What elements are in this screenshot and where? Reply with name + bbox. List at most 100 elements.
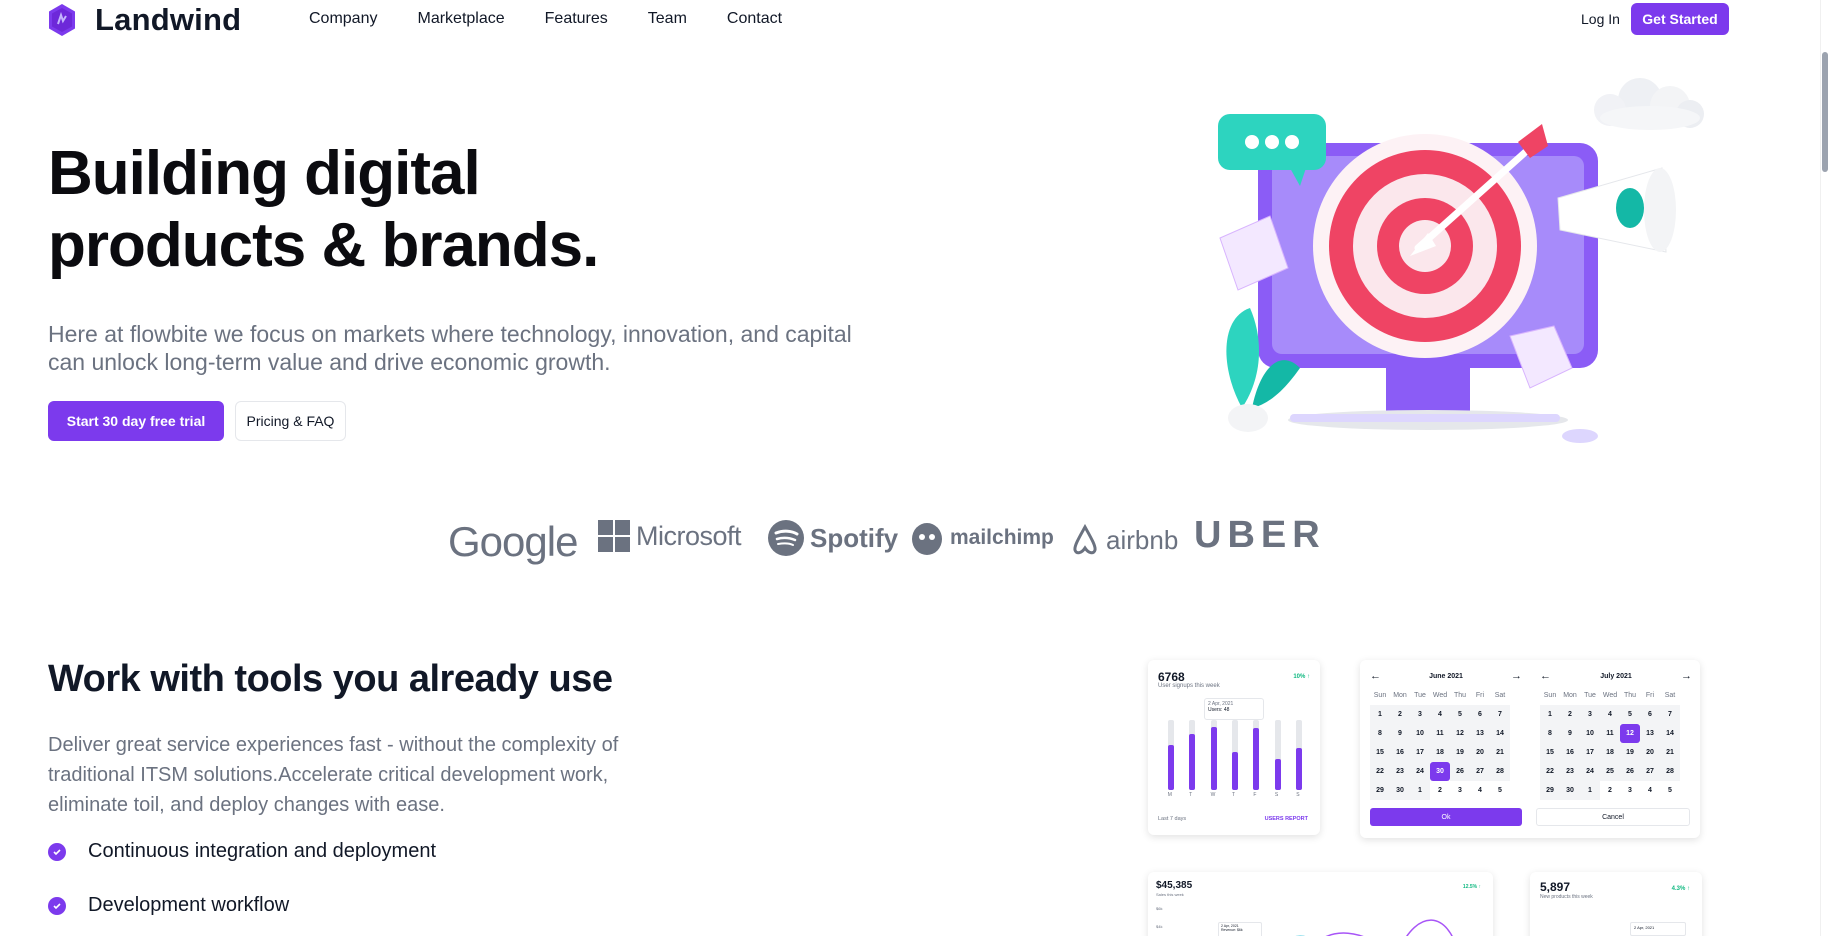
- calendar-day[interactable]: 15: [1370, 743, 1390, 762]
- calendar-day[interactable]: 6: [1470, 705, 1490, 724]
- brand-logo[interactable]: Landwind: [47, 2, 241, 38]
- calendar-day[interactable]: 19: [1450, 743, 1470, 762]
- calendar-day[interactable]: 23: [1390, 762, 1410, 781]
- calendar-day[interactable]: 24: [1580, 762, 1600, 781]
- calendar-day[interactable]: 3: [1450, 781, 1470, 800]
- calendar-day[interactable]: 8: [1370, 724, 1390, 743]
- chart-bar[interactable]: [1189, 734, 1196, 790]
- calendar-day[interactable]: 26: [1620, 762, 1640, 781]
- calendar-day[interactable]: 2: [1560, 705, 1580, 724]
- calendar-day[interactable]: 14: [1660, 724, 1680, 743]
- get-started-button[interactable]: Get Started: [1631, 3, 1729, 35]
- calendar-day[interactable]: 15: [1540, 743, 1560, 762]
- pricing-faq-button[interactable]: Pricing & FAQ: [235, 401, 346, 441]
- calendar-day[interactable]: 5: [1490, 781, 1510, 800]
- calendar-day[interactable]: 27: [1640, 762, 1660, 781]
- calendar-day[interactable]: 6: [1640, 705, 1660, 724]
- calendar-day[interactable]: 9: [1390, 724, 1410, 743]
- calendar-day[interactable]: 14: [1490, 724, 1510, 743]
- calendar-day[interactable]: 28: [1660, 762, 1680, 781]
- chart-bar[interactable]: [1274, 758, 1281, 790]
- calendar-day[interactable]: 1: [1540, 705, 1560, 724]
- calendar-day[interactable]: 2: [1600, 781, 1620, 800]
- calendar-day[interactable]: 1: [1410, 781, 1430, 800]
- calendar-day[interactable]: 5: [1660, 781, 1680, 800]
- calendar-day[interactable]: 3: [1410, 705, 1430, 724]
- chart-bar[interactable]: [1232, 751, 1238, 790]
- nav-link-contact[interactable]: Contact: [727, 10, 782, 28]
- calendar-day[interactable]: 16: [1390, 743, 1410, 762]
- scrollbar-thumb[interactable]: [1822, 52, 1828, 172]
- calendar-day[interactable]: 23: [1560, 762, 1580, 781]
- calendar-day[interactable]: 22: [1540, 762, 1560, 781]
- chart-bar[interactable]: [1167, 744, 1174, 790]
- hero-title-line2: products & brands.: [48, 211, 599, 280]
- chart-bar[interactable]: [1210, 727, 1217, 790]
- calendar-day[interactable]: 28: [1490, 762, 1510, 781]
- calendar-day[interactable]: 20: [1640, 743, 1660, 762]
- range-dropdown[interactable]: Last 7 days: [1158, 816, 1186, 822]
- login-link[interactable]: Log In: [1581, 11, 1620, 27]
- calendar-day[interactable]: 3: [1580, 705, 1600, 724]
- calendar-day[interactable]: 29: [1540, 781, 1560, 800]
- calendar-day[interactable]: 27: [1470, 762, 1490, 781]
- calendar-day[interactable]: 1: [1580, 781, 1600, 800]
- calendar-day[interactable]: 30: [1390, 781, 1410, 800]
- calendar-day[interactable]: 9: [1560, 724, 1580, 743]
- nav-link-marketplace[interactable]: Marketplace: [417, 10, 504, 28]
- calendar-day[interactable]: 5: [1620, 705, 1640, 724]
- calendar-day[interactable]: 8: [1540, 724, 1560, 743]
- calendar-day[interactable]: 4: [1470, 781, 1490, 800]
- prev-month-icon[interactable]: ←: [1540, 670, 1551, 682]
- nav-link-team[interactable]: Team: [648, 10, 687, 28]
- calendar-day[interactable]: 20: [1470, 743, 1490, 762]
- calendar-day[interactable]: 11: [1600, 724, 1620, 743]
- weekday-label: Wed: [1432, 692, 1448, 699]
- chart-bar[interactable]: [1296, 748, 1303, 790]
- calendar-day[interactable]: 16: [1560, 743, 1580, 762]
- calendar-day[interactable]: 7: [1660, 705, 1680, 724]
- calendar-day[interactable]: 19: [1620, 743, 1640, 762]
- nav-link-features[interactable]: Features: [545, 10, 608, 28]
- calendar-day[interactable]: 18: [1600, 743, 1620, 762]
- cancel-button[interactable]: Cancel: [1536, 808, 1690, 826]
- next-month-icon[interactable]: →: [1681, 670, 1692, 682]
- calendar-day[interactable]: 13: [1470, 724, 1490, 743]
- calendar-day[interactable]: 21: [1490, 743, 1510, 762]
- calendar-day[interactable]: 18: [1430, 743, 1450, 762]
- calendar-day[interactable]: 5: [1450, 705, 1470, 724]
- calendar-title: July 2021: [1600, 672, 1632, 680]
- calendar-day[interactable]: 30: [1430, 762, 1450, 781]
- calendar-day[interactable]: 2: [1430, 781, 1450, 800]
- chart-bar[interactable]: [1253, 728, 1260, 790]
- nav-link-company[interactable]: Company: [309, 10, 377, 28]
- next-month-icon[interactable]: →: [1511, 670, 1522, 682]
- calendar-day[interactable]: 12: [1450, 724, 1470, 743]
- calendar-day[interactable]: 10: [1410, 724, 1430, 743]
- calendar-day[interactable]: 13: [1640, 724, 1660, 743]
- calendar-day[interactable]: 17: [1580, 743, 1600, 762]
- calendar-day[interactable]: 4: [1430, 705, 1450, 724]
- calendar-day[interactable]: 22: [1370, 762, 1390, 781]
- ok-button[interactable]: Ok: [1370, 808, 1522, 826]
- weekday-label: Thu: [1623, 692, 1637, 699]
- calendar-day[interactable]: 26: [1450, 762, 1470, 781]
- prev-month-icon[interactable]: ←: [1370, 670, 1381, 682]
- calendar-day[interactable]: 29: [1370, 781, 1390, 800]
- calendar-day[interactable]: 7: [1490, 705, 1510, 724]
- calendar-day[interactable]: 25: [1600, 762, 1620, 781]
- calendar-day[interactable]: 10: [1580, 724, 1600, 743]
- calendar-day[interactable]: 2: [1390, 705, 1410, 724]
- calendar-day[interactable]: 4: [1600, 705, 1620, 724]
- calendar-day[interactable]: 4: [1640, 781, 1660, 800]
- calendar-day[interactable]: 12: [1620, 724, 1640, 743]
- start-trial-button[interactable]: Start 30 day free trial: [48, 401, 224, 441]
- calendar-day[interactable]: 3: [1620, 781, 1640, 800]
- users-report-link[interactable]: USERS REPORT: [1265, 816, 1308, 822]
- calendar-day[interactable]: 1: [1370, 705, 1390, 724]
- calendar-day[interactable]: 30: [1560, 781, 1580, 800]
- calendar-day[interactable]: 11: [1430, 724, 1450, 743]
- calendar-day[interactable]: 17: [1410, 743, 1430, 762]
- calendar-day[interactable]: 24: [1410, 762, 1430, 781]
- calendar-day[interactable]: 21: [1660, 743, 1680, 762]
